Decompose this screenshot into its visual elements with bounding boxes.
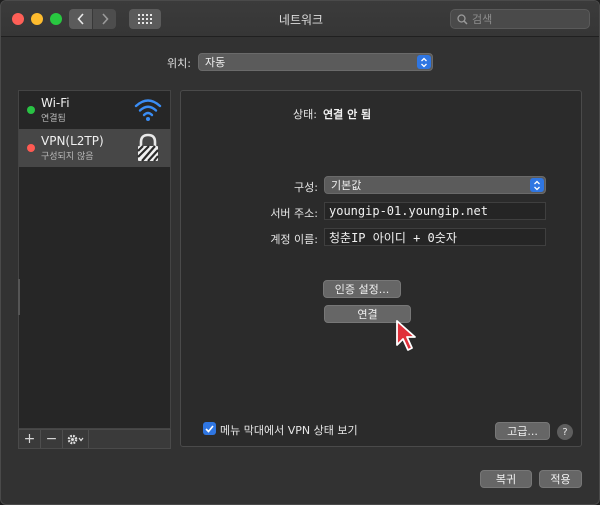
service-status: 연결됨 xyxy=(41,114,66,124)
action-menu-button[interactable] xyxy=(63,430,89,448)
title-bar: 네트워크 검색 xyxy=(1,1,599,37)
checkmark-icon xyxy=(205,424,214,433)
server-address-label: 서버 주소: xyxy=(270,207,318,220)
gear-icon xyxy=(67,434,83,444)
vpn-detail-panel xyxy=(180,90,582,447)
account-name-label: 계정 이름: xyxy=(270,233,318,246)
service-name: VPN(L2TP) xyxy=(41,134,104,148)
configuration-label: 구성: xyxy=(294,181,318,194)
service-status: 구성되지 않음 xyxy=(41,152,94,162)
network-preferences-window: 네트워크 검색 위치: 자동 Wi-Fi 연결됨 VPN(L2TP) 구성되지 … xyxy=(0,0,600,505)
service-item-vpn[interactable]: VPN(L2TP) 구성되지 않음 xyxy=(19,129,170,167)
updown-chevron-icon xyxy=(417,55,431,69)
location-label: 위치: xyxy=(167,57,191,70)
status-label: 상태: xyxy=(293,108,317,121)
updown-chevron-icon xyxy=(530,178,544,192)
status-dot xyxy=(27,106,35,114)
location-value: 자동 xyxy=(205,56,226,69)
remove-service-button[interactable]: − xyxy=(41,430,63,448)
service-list-toolbar: + − xyxy=(18,429,171,449)
service-name: Wi-Fi xyxy=(41,96,70,110)
apply-button[interactable]: 적용 xyxy=(539,470,582,488)
authentication-settings-button[interactable]: 인증 설정... xyxy=(323,280,401,298)
lock-icon xyxy=(137,133,159,162)
configuration-popup[interactable]: 기본값 xyxy=(324,176,546,194)
location-popup[interactable]: 자동 xyxy=(198,53,433,71)
revert-button[interactable]: 복귀 xyxy=(480,470,532,488)
advanced-button[interactable]: 고급... xyxy=(495,422,550,440)
wifi-icon xyxy=(134,99,162,121)
show-vpn-status-label: 메뉴 막대에서 VPN 상태 보기 xyxy=(220,424,358,437)
add-service-button[interactable]: + xyxy=(19,430,41,448)
server-address-field[interactable]: youngip-01.youngip.net xyxy=(324,202,546,220)
account-name-field[interactable]: 청춘IP 아이디 + 0숫자 xyxy=(324,228,546,246)
help-button[interactable]: ? xyxy=(557,424,573,440)
list-resize-handle[interactable] xyxy=(18,279,20,315)
search-icon xyxy=(457,13,468,25)
mouse-cursor-icon xyxy=(396,320,416,351)
show-vpn-status-checkbox[interactable] xyxy=(203,422,216,435)
status-value: 연결 안 됨 xyxy=(323,108,372,121)
configuration-value: 기본값 xyxy=(331,179,362,192)
service-item-wifi[interactable]: Wi-Fi 연결됨 xyxy=(19,91,170,129)
search-placeholder: 검색 xyxy=(472,13,493,26)
service-list: Wi-Fi 연결됨 VPN(L2TP) 구성되지 않음 xyxy=(18,90,171,429)
status-dot xyxy=(27,144,35,152)
search-input[interactable]: 검색 xyxy=(450,9,590,29)
